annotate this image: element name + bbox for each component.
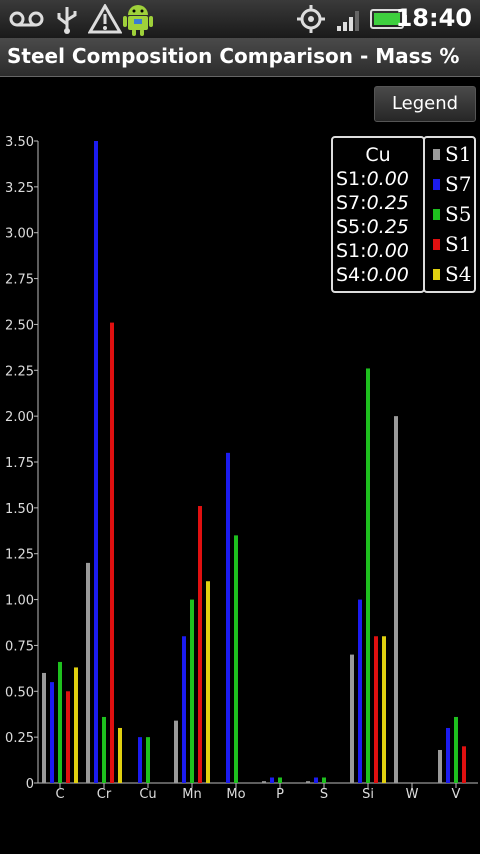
bar bbox=[182, 636, 186, 783]
tooltip-row: S7:0.25 bbox=[336, 192, 409, 214]
tooltip-row: S4:0.00 bbox=[336, 264, 409, 286]
legend-button[interactable]: Legend bbox=[374, 86, 476, 122]
legend-swatch bbox=[433, 209, 440, 220]
y-tick-label: 3.00 bbox=[5, 227, 34, 242]
bar bbox=[110, 322, 114, 783]
bar bbox=[66, 691, 70, 783]
bar bbox=[206, 581, 210, 783]
y-tick-label: 3.50 bbox=[5, 135, 34, 150]
y-tick-label: 2.25 bbox=[5, 364, 34, 379]
bar bbox=[306, 781, 310, 783]
bar bbox=[394, 416, 398, 783]
y-tick-label: 0 bbox=[26, 777, 34, 792]
y-tick-label: 2.75 bbox=[5, 273, 34, 288]
y-tick-label: 1.00 bbox=[5, 594, 34, 609]
bar bbox=[102, 716, 106, 783]
x-tick-label: W bbox=[406, 787, 419, 802]
bar bbox=[278, 777, 282, 783]
y-tick-label: 2.00 bbox=[5, 410, 34, 425]
bar bbox=[382, 636, 386, 783]
bar bbox=[454, 716, 458, 783]
y-tick-label: 1.25 bbox=[5, 548, 34, 563]
bar bbox=[146, 737, 150, 783]
bar bbox=[198, 506, 202, 783]
bar bbox=[446, 727, 450, 783]
x-tick-label: Mn bbox=[182, 787, 201, 802]
bar-chart[interactable]: 0 0.25 0.50 0.75 1.00 1.25 1.50 1.75 2.00 2.25 2.5… bbox=[0, 0, 480, 854]
x-tick-label: Cr bbox=[97, 787, 112, 802]
bar bbox=[270, 777, 274, 783]
chart-legend: S1 S7 S5 S1 S4 bbox=[423, 136, 476, 293]
tooltip-title: Cu bbox=[365, 144, 391, 166]
bar bbox=[350, 654, 354, 783]
legend-swatch bbox=[433, 239, 440, 250]
bar bbox=[234, 535, 238, 783]
x-tick-label: V bbox=[452, 787, 461, 802]
bar bbox=[138, 737, 142, 783]
bar bbox=[322, 777, 326, 783]
y-tick-label: 0.25 bbox=[5, 731, 34, 746]
y-tick-label: 1.75 bbox=[5, 456, 34, 471]
bar bbox=[438, 749, 442, 783]
y-tick-label: 0.50 bbox=[5, 685, 34, 700]
bar bbox=[174, 720, 178, 783]
bar bbox=[118, 727, 122, 783]
legend-swatch bbox=[433, 179, 440, 190]
y-tick-label: 3.25 bbox=[5, 181, 34, 196]
x-tick-label: Si bbox=[362, 787, 374, 802]
x-tick-label: S bbox=[320, 787, 328, 802]
x-tick-label: P bbox=[276, 787, 284, 802]
x-tick-label: C bbox=[55, 787, 64, 802]
bar bbox=[42, 672, 46, 783]
bar bbox=[58, 661, 62, 783]
tooltip-row: S1:0.00 bbox=[336, 168, 409, 190]
y-tick-label: 1.50 bbox=[5, 502, 34, 517]
bar bbox=[262, 781, 266, 783]
bar bbox=[190, 599, 194, 783]
value-tooltip: Cu S1:0.00 S7:0.25 S5:0.25 S1:0.00 S4:0.… bbox=[331, 136, 425, 293]
bar bbox=[314, 777, 318, 783]
bar bbox=[74, 667, 78, 783]
bar bbox=[462, 746, 466, 783]
bar bbox=[94, 141, 98, 783]
bar bbox=[366, 368, 370, 783]
y-tick-label: 2.50 bbox=[5, 318, 34, 333]
legend-swatch bbox=[433, 149, 440, 160]
bar bbox=[358, 599, 362, 783]
bar bbox=[86, 562, 90, 783]
x-tick-label: Cu bbox=[139, 787, 156, 802]
y-tick-label: 0.75 bbox=[5, 639, 34, 654]
legend-swatch bbox=[433, 269, 440, 280]
bar bbox=[50, 682, 54, 783]
tooltip-row: S5:0.25 bbox=[336, 216, 409, 238]
bar bbox=[374, 636, 378, 783]
x-tick-label: Mo bbox=[226, 787, 245, 802]
bar bbox=[226, 452, 230, 783]
tooltip-row: S1:0.00 bbox=[336, 240, 409, 262]
